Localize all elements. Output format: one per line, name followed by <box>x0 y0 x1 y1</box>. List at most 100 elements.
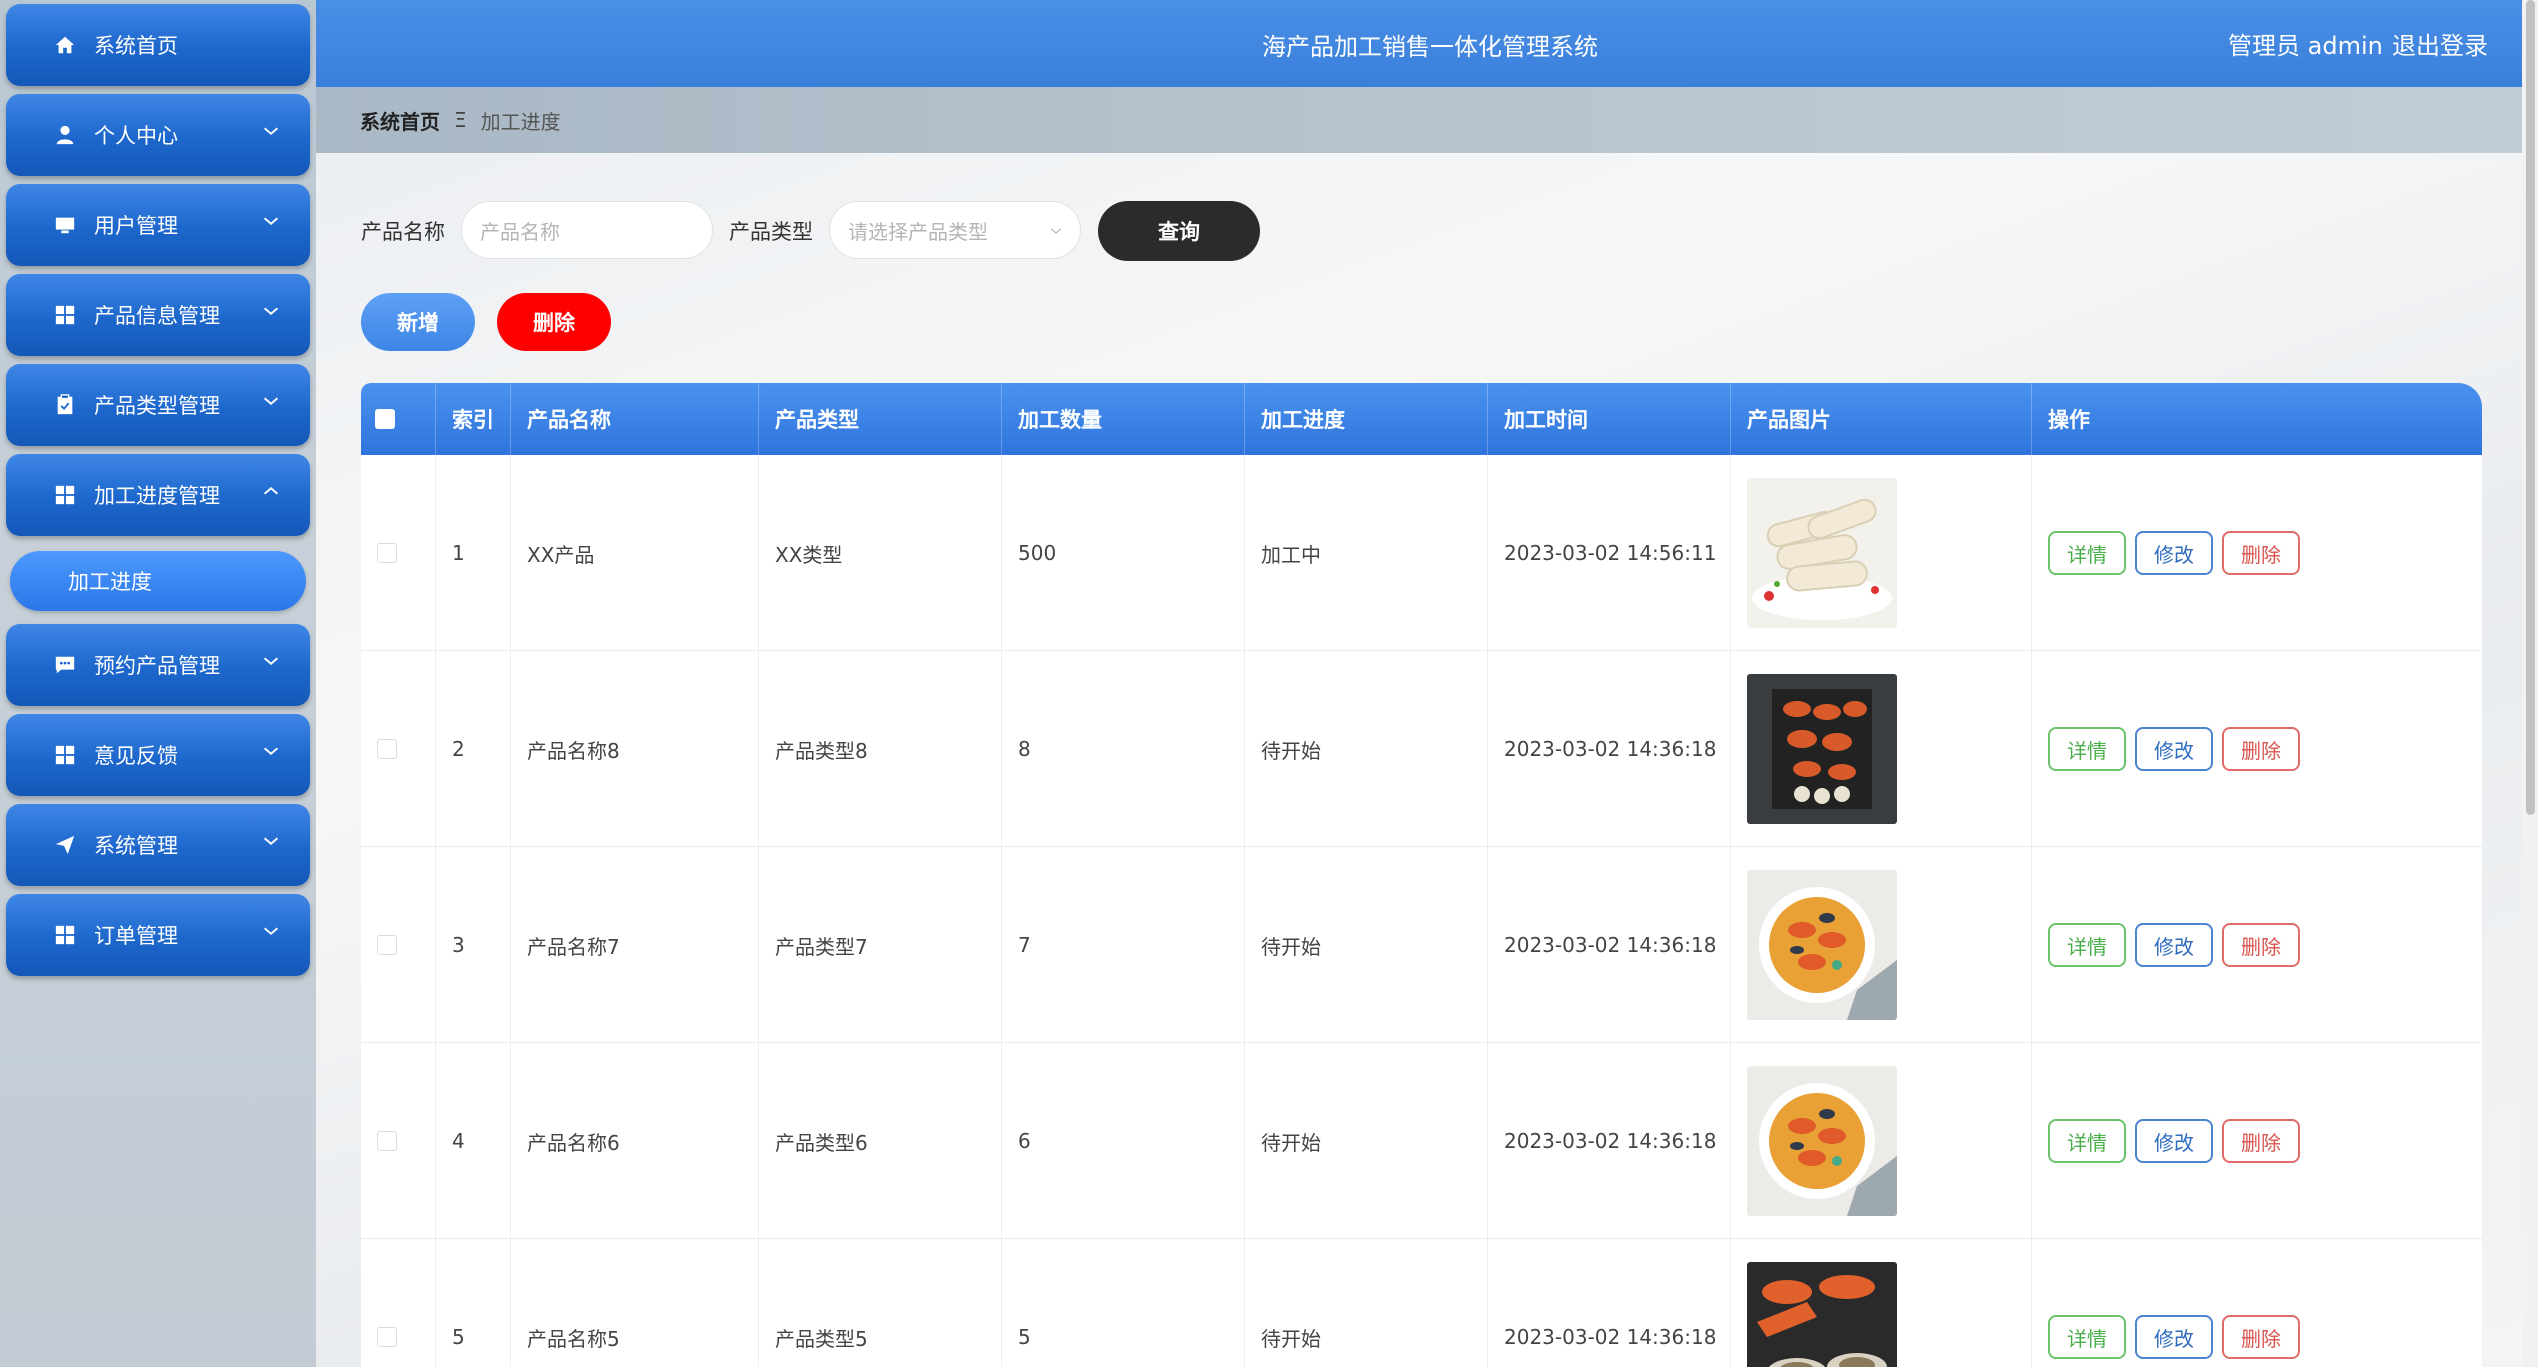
row-checkbox[interactable] <box>377 935 397 955</box>
product-image <box>1747 1262 1897 1367</box>
chevron-down-icon <box>263 927 279 935</box>
breadcrumb: 系统首页 Ξ 加工进度 <box>316 87 2522 153</box>
current-user: 管理员 admin <box>2228 32 2383 60</box>
col-qty: 加工数量 <box>1002 383 1245 455</box>
sidebar-item-system[interactable]: 系统管理 <box>6 804 310 886</box>
sidebar-item-users[interactable]: 用户管理 <box>6 184 310 266</box>
delete-button[interactable]: 删除 <box>2222 1119 2300 1163</box>
sidebar-subitem-progress[interactable]: 加工进度 <box>10 551 306 611</box>
detail-button[interactable]: 详情 <box>2048 727 2126 771</box>
cell-type: 产品类型5 <box>759 1239 1002 1367</box>
sidebar-item-label: 用户管理 <box>94 214 178 238</box>
col-type: 产品类型 <box>759 383 1002 455</box>
sidebar-item-product-info[interactable]: 产品信息管理 <box>6 274 310 356</box>
batch-delete-button[interactable]: 删除 <box>497 293 611 351</box>
edit-button[interactable]: 修改 <box>2135 1119 2213 1163</box>
progress-table: 索引 产品名称 产品类型 加工数量 加工进度 加工时间 产品图片 操作 1 XX产… <box>361 383 2482 1367</box>
table-row: 5 产品名称5 产品类型5 5 待开始 2023-03-02 14:36:18 详情 修改… <box>361 1239 2482 1367</box>
detail-button[interactable]: 详情 <box>2048 923 2126 967</box>
scrollbar-thumb[interactable] <box>2526 0 2535 815</box>
cell-image <box>1731 651 2032 847</box>
sidebar-item-profile[interactable]: 个人中心 <box>6 94 310 176</box>
select-all-cell <box>361 383 436 455</box>
cell-image <box>1731 1043 2032 1239</box>
sidebar-item-product-type[interactable]: 产品类型管理 <box>6 364 310 446</box>
col-name: 产品名称 <box>511 383 759 455</box>
grid-icon <box>52 742 78 768</box>
sidebar-item-progress[interactable]: 加工进度管理 <box>6 454 310 536</box>
detail-button[interactable]: 详情 <box>2048 531 2126 575</box>
sidebar-item-feedback[interactable]: 意见反馈 <box>6 714 310 796</box>
grid-icon <box>52 302 78 328</box>
col-index: 索引 <box>436 383 511 455</box>
edit-button[interactable]: 修改 <box>2135 531 2213 575</box>
sidebar-item-reservation[interactable]: 预约产品管理 <box>6 624 310 706</box>
col-image: 产品图片 <box>1731 383 2032 455</box>
cell-qty: 5 <box>1002 1239 1245 1367</box>
delete-button[interactable]: 删除 <box>2222 923 2300 967</box>
row-checkbox[interactable] <box>377 739 397 759</box>
delete-button[interactable]: 删除 <box>2222 1315 2300 1359</box>
cell-index: 1 <box>436 455 511 651</box>
cell-time: 2023-03-02 14:36:18 <box>1488 1239 1731 1367</box>
add-button[interactable]: 新增 <box>361 293 475 351</box>
sidebar-item-label: 产品类型管理 <box>94 394 220 418</box>
logout-link[interactable]: 退出登录 <box>2392 26 2488 61</box>
row-checkbox[interactable] <box>377 1131 397 1151</box>
delete-button[interactable]: 删除 <box>2222 727 2300 771</box>
breadcrumb-current: 加工进度 <box>480 109 561 134</box>
col-time: 加工时间 <box>1488 383 1731 455</box>
chevron-down-icon <box>263 657 279 665</box>
product-type-placeholder: 请选择产品类型 <box>848 219 988 244</box>
query-button-label: 查询 <box>1158 220 1200 244</box>
detail-button[interactable]: 详情 <box>2048 1315 2126 1359</box>
row-checkbox[interactable] <box>377 1327 397 1347</box>
sidebar-item-label: 产品信息管理 <box>94 304 220 328</box>
table-row: 3 产品名称7 产品类型7 7 待开始 2023-03-02 14:36:18 详情 修改… <box>361 847 2482 1043</box>
edit-button[interactable]: 修改 <box>2135 727 2213 771</box>
cell-index: 4 <box>436 1043 511 1239</box>
cell-progress: 待开始 <box>1245 1239 1488 1367</box>
sidebar-item-label: 系统管理 <box>94 834 178 858</box>
cell-progress: 待开始 <box>1245 1043 1488 1239</box>
cell-actions: 详情 修改 删除 <box>2032 651 2482 847</box>
select-all-checkbox[interactable] <box>375 409 395 429</box>
sidebar-item-home[interactable]: 系统首页 <box>6 4 310 86</box>
product-type-label: 产品类型 <box>729 220 813 244</box>
cell-progress: 待开始 <box>1245 651 1488 847</box>
row-select-cell <box>361 651 436 847</box>
cell-image <box>1731 847 2032 1043</box>
sidebar-item-label: 订单管理 <box>94 924 178 948</box>
breadcrumb-home[interactable]: 系统首页 <box>360 106 440 135</box>
cell-name: 产品名称5 <box>511 1239 759 1367</box>
product-image <box>1747 674 1897 824</box>
add-button-label: 新增 <box>397 311 439 335</box>
row-checkbox[interactable] <box>377 543 397 563</box>
cell-actions: 详情 修改 删除 <box>2032 1239 2482 1367</box>
cell-image <box>1731 1239 2032 1367</box>
product-name-label: 产品名称 <box>361 220 445 244</box>
col-actions: 操作 <box>2048 408 2090 432</box>
detail-button[interactable]: 详情 <box>2048 1119 2126 1163</box>
cell-name: 产品名称6 <box>511 1043 759 1239</box>
table-row: 1 XX产品 XX类型 500 加工中 2023-03-02 14:56:11 详情 修改… <box>361 455 2482 651</box>
sidebar: 系统首页 个人中心 用户管理 产品信息管理 产品类型管理 加工进度管理 加工进度… <box>0 0 316 1367</box>
cell-qty: 500 <box>1002 455 1245 651</box>
chevron-down-icon <box>263 747 279 755</box>
cell-time: 2023-03-02 14:56:11 <box>1488 455 1731 651</box>
edit-button[interactable]: 修改 <box>2135 923 2213 967</box>
chevron-down-icon <box>263 307 279 315</box>
send-icon <box>52 832 78 858</box>
product-type-select[interactable]: 请选择产品类型 <box>829 201 1081 259</box>
delete-button[interactable]: 删除 <box>2222 531 2300 575</box>
sidebar-item-orders[interactable]: 订单管理 <box>6 894 310 976</box>
cell-name: 产品名称7 <box>511 847 759 1043</box>
cell-type: 产品类型6 <box>759 1043 1002 1239</box>
cell-index: 2 <box>436 651 511 847</box>
query-button[interactable]: 查询 <box>1098 201 1260 261</box>
row-select-cell <box>361 455 436 651</box>
edit-button[interactable]: 修改 <box>2135 1315 2213 1359</box>
product-name-input[interactable]: 产品名称 <box>461 201 713 259</box>
cell-actions: 详情 修改 删除 <box>2032 847 2482 1043</box>
cell-progress: 待开始 <box>1245 847 1488 1043</box>
